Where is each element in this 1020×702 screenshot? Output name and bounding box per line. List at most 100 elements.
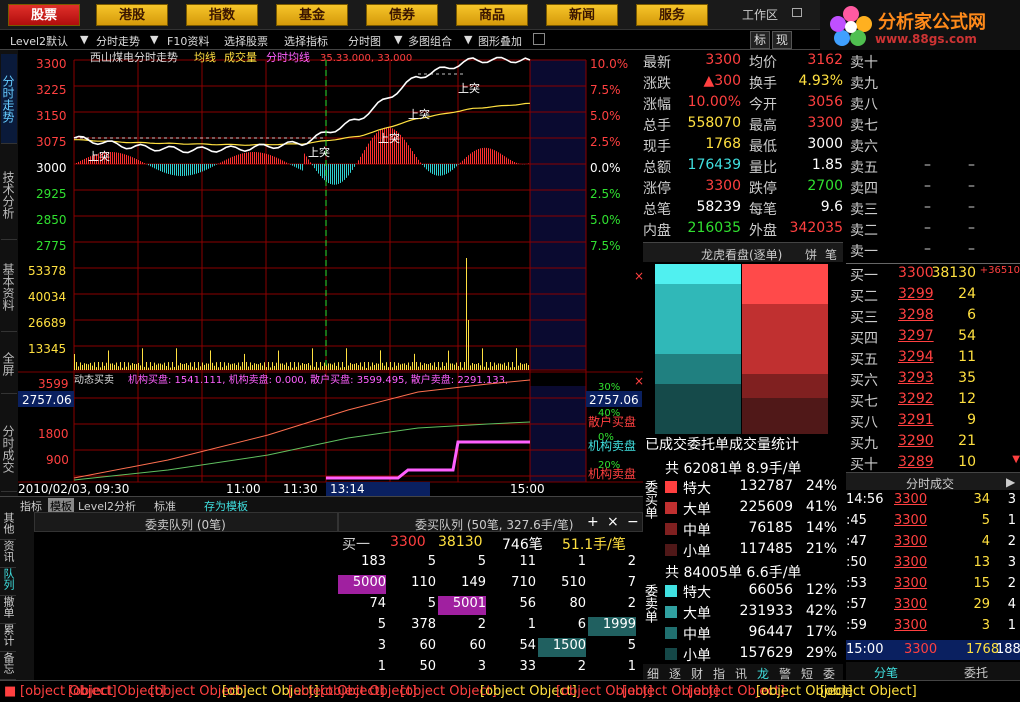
minimize-button[interactable]: − [627,514,639,530]
momentum-bar [320,164,321,176]
workzone-label[interactable]: 工作区 [742,6,778,23]
after-hours-zone-lower [530,386,586,482]
tab-orders[interactable]: 委托 [964,664,988,681]
toolbar-intraday[interactable]: 分时走势 [96,33,140,49]
fund-button[interactable]: 基金 [276,4,348,26]
queue-cell: 33 [519,659,536,674]
tab-fundamental[interactable]: 基本资料 [1,242,17,332]
buy-level-row[interactable]: 买三 3298 6 [846,307,1020,328]
stroke-tab[interactable]: 笔 [825,246,837,263]
momentum-bar [298,164,299,169]
close-button[interactable]: × [607,514,619,530]
buy-level-row[interactable]: 买五 3294 11 [846,349,1020,370]
stats-title: 已成交委托单成交量统计 [645,437,799,453]
tab-ticks[interactable]: 分笔 [874,664,898,681]
tab-fullscreen[interactable]: 全屏 [1,334,17,394]
volume-bar [292,367,293,370]
momentum-bar [260,152,261,164]
volume-bar [348,365,349,370]
sell-level-row[interactable]: 卖二 – – [846,220,1020,241]
volume-bar [296,366,297,370]
pct-tick: 0.0% [590,161,621,175]
toolbar-level2-default[interactable]: Level2默认 [10,33,68,49]
intraday-chart[interactable]: 上突 上突 上突 上突 上突 西山煤电分时走势 均线 成交量 分时均线 35.3… [18,50,643,496]
buy-level-row[interactable]: 买八 3291 9 [846,412,1020,433]
toolbar-f10[interactable]: F10资料 [167,33,209,49]
pct-tick: 10.0% [590,57,628,71]
stock-button[interactable]: 股票 [8,4,80,26]
commodity-button[interactable]: 商品 [456,4,528,26]
sell-level-row[interactable]: 卖一 – – [846,241,1020,262]
toolbar-chart-type[interactable]: 分时图 [348,33,381,49]
side-tab[interactable]: 撤单 [0,596,16,624]
sell-level-row[interactable]: 卖五 – – [846,157,1020,178]
momentum-bar [194,164,195,175]
toolbar-dropdown-icon[interactable]: ▼ [394,33,402,46]
momentum-bar [184,164,185,176]
hk-stock-button[interactable]: 港股 [96,4,168,26]
volume-bar [406,364,407,370]
quote-label: 现手 [643,139,671,155]
sell-level-row[interactable]: 卖八 [846,94,1020,115]
sell-level-row[interactable]: 卖七 [846,115,1020,136]
price-tick: 3150 [36,109,67,123]
volume-bar [528,365,529,370]
buy-queue-title: 委买队列 (50笔, 327.6手/笔) [415,518,574,532]
buy-level-row[interactable]: 买一 3300 38130 +36510 [846,265,1020,286]
toolbar-dropdown-icon[interactable]: ▼ [464,33,472,46]
side-tab[interactable]: 备忘 [0,652,16,680]
toolbar-select-indicator[interactable]: 选择指标 [284,33,328,49]
last-trade[interactable]: 15:00 3300 1768 188 [846,640,1020,660]
buy-level-row[interactable]: 买七 3292 12 [846,391,1020,412]
side-tab[interactable]: 队列 [0,568,16,596]
service-button[interactable]: 服务 [636,4,708,26]
news-button[interactable]: 新闻 [546,4,618,26]
buy-level-row[interactable]: 买二 3299 24 [846,286,1020,307]
pie-tab[interactable]: 饼 [805,246,817,263]
trade-count: 1 [1007,618,1016,633]
momentum-bar [282,160,283,164]
toolbar-dropdown-icon[interactable]: ▼ [80,33,88,46]
volume-bar [502,364,503,370]
sell-level-row[interactable]: 卖六 [846,136,1020,157]
toolbar-overlay[interactable]: 图形叠加 [478,33,522,49]
tab-current[interactable]: 现 [772,31,792,49]
momentum-bar [426,164,427,170]
sell-level-row[interactable]: 卖十 [846,52,1020,73]
momentum-bar [166,164,167,174]
bond-button[interactable]: 债券 [366,4,438,26]
add-button[interactable]: + [587,514,599,530]
tab-mark[interactable]: 标 [750,31,770,49]
tab-intraday[interactable]: 分时走势 [1,54,17,144]
side-tab[interactable]: 其他 [0,512,16,540]
toolbar-dropdown-icon[interactable]: ▼ [150,33,158,46]
volume-bar [96,367,97,370]
buy-level-row[interactable]: 买六 3293 35 [846,370,1020,391]
mail-icon[interactable] [792,8,802,17]
volume-bar [488,367,489,370]
sell-level-row[interactable]: 卖四 – – [846,178,1020,199]
close-icon[interactable]: × [634,374,643,388]
quote-label: 今开 [749,97,777,113]
buy-level-volume: 9 [967,412,976,428]
queue-cell: 2 [577,659,586,674]
index-button[interactable]: 指数 [186,4,258,26]
buy-level-row[interactable]: 买四 3297 54 [846,328,1020,349]
stats-category: 大单 [683,502,711,518]
tab-time-trades[interactable]: 分时成交 [1,406,17,492]
side-tab[interactable]: 资讯 [0,540,16,568]
toolbar-multi-chart[interactable]: 多图组合 [408,33,452,49]
toolbar-select-stock[interactable]: 选择股票 [224,33,268,49]
volume-bar [386,362,387,370]
trades-arrow-icon[interactable]: ▶ [1006,475,1015,489]
lock-icon[interactable] [533,33,545,45]
volume-bar [210,350,211,370]
sell-level-row[interactable]: 卖九 [846,73,1020,94]
tab-technical[interactable]: 技术分析 [1,150,17,240]
queue-cell: 1 [577,554,586,569]
side-tab[interactable]: 累计 [0,624,16,652]
close-icon[interactable]: × [634,269,643,283]
buy-level-row[interactable]: 买九 3290 21 [846,433,1020,454]
quote-row: 现手 1768 最低 3000 [643,136,843,157]
sell-level-row[interactable]: 卖三 – – [846,199,1020,220]
